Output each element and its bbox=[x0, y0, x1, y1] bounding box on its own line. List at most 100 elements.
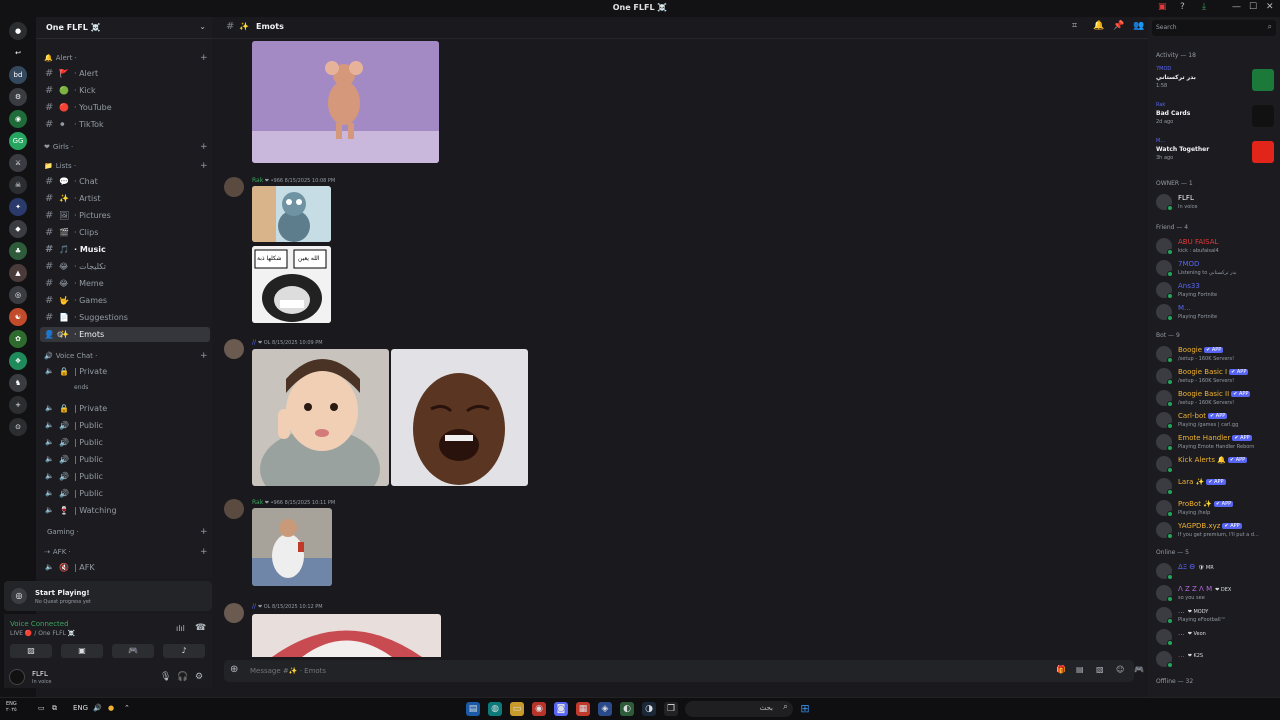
member-item[interactable]: Boogie ✔ APP/setup - 160K Servers! bbox=[1152, 343, 1278, 365]
channel-item[interactable]: # 🖼 · Pictures bbox=[40, 208, 210, 223]
channel-item[interactable]: 🔈 🍷 | Watching bbox=[40, 503, 210, 518]
member-item[interactable]: Λ Ζ Ζ Λ Μ ❤ DEX so you see bbox=[1152, 582, 1278, 604]
taskview-taskbar-icon[interactable]: ❐ bbox=[664, 702, 678, 716]
avatar[interactable] bbox=[224, 177, 244, 197]
quest-card[interactable]: ◎ Start Playing! No Quest progress yet bbox=[4, 581, 212, 611]
server-icon[interactable]: ☠ bbox=[9, 176, 27, 194]
server-icon[interactable]: ▲ bbox=[9, 264, 27, 282]
gif-dancing-mouse[interactable] bbox=[252, 41, 439, 163]
channel-item[interactable]: # 📄 · Suggestions bbox=[40, 310, 210, 325]
server-icon[interactable]: bd bbox=[9, 66, 27, 84]
headphones-icon[interactable]: 🎧 bbox=[177, 672, 188, 682]
image-crying-man[interactable] bbox=[391, 349, 528, 486]
disconnect-icon[interactable]: ☎ bbox=[195, 623, 206, 633]
download-icon[interactable]: ⤓ bbox=[1202, 2, 1206, 12]
avatar[interactable] bbox=[9, 669, 25, 685]
gif-icon[interactable]: ▤ bbox=[1076, 665, 1084, 674]
emoji-icon[interactable]: ☺ bbox=[1116, 665, 1124, 674]
add-attachment-icon[interactable]: ⊕ bbox=[230, 664, 238, 675]
server-icon[interactable]: GG bbox=[9, 132, 27, 150]
channel-item[interactable]: 🔈 🔒 | Private bbox=[40, 401, 210, 416]
server-icon[interactable]: ◎ bbox=[9, 286, 27, 304]
member-item[interactable]: ... ❤ Veon bbox=[1152, 626, 1278, 648]
inbox-icon[interactable]: ▣ bbox=[1158, 2, 1167, 12]
channel-item[interactable]: # ✨ · Emots 👤 ⚙ bbox=[40, 327, 210, 342]
add-channel-icon[interactable]: + bbox=[200, 53, 208, 63]
chevron-down-icon[interactable]: ⌄ bbox=[199, 22, 206, 31]
member-item[interactable]: ΔΞ Θ 🛡 MR bbox=[1152, 560, 1278, 582]
author-name[interactable]: Rak bbox=[252, 177, 263, 184]
wifi-icon[interactable]: ▭ bbox=[38, 704, 45, 712]
channel-category[interactable]: ❤ Girls · + bbox=[44, 142, 208, 152]
member-item[interactable]: Boogie Basic I ✔ APP/setup - 160K Servers… bbox=[1152, 365, 1278, 387]
server-icon[interactable]: ⚙ bbox=[9, 88, 27, 106]
channel-item[interactable]: # 🎬 · Clips bbox=[40, 225, 210, 240]
apps-icon[interactable]: 🎮 bbox=[1134, 665, 1144, 674]
channel-item[interactable]: # 😂 · Meme bbox=[40, 276, 210, 291]
camera-button[interactable]: ▨ bbox=[10, 644, 52, 658]
member-item[interactable]: 7MOD Listening to بدر تركستاني bbox=[1152, 257, 1278, 279]
close-button[interactable]: ✕ bbox=[1266, 2, 1274, 12]
server-icon[interactable]: ✦ bbox=[9, 198, 27, 216]
add-channel-icon[interactable]: + bbox=[200, 161, 208, 171]
pin-icon[interactable]: 📌 bbox=[1113, 21, 1124, 31]
server-icon[interactable]: ♣ bbox=[9, 242, 27, 260]
channel-item[interactable]: 🔈 🔊 | Public bbox=[40, 452, 210, 467]
maximize-button[interactable]: ☐ bbox=[1249, 2, 1257, 12]
bell-icon[interactable]: 🔔 bbox=[1093, 21, 1104, 31]
channel-item[interactable]: # 🚩 · Alert bbox=[40, 66, 210, 81]
chrome-taskbar-icon[interactable]: ◉ bbox=[532, 702, 546, 716]
channel-item[interactable]: 🔈 🔊 | Public bbox=[40, 418, 210, 433]
add-channel-icon[interactable]: + bbox=[200, 527, 208, 537]
server-icon[interactable]: ◆ bbox=[9, 220, 27, 238]
image-headscarf-man[interactable] bbox=[252, 614, 441, 657]
channel-item[interactable]: # ✨ · Artist bbox=[40, 191, 210, 206]
channel-settings-icon[interactable]: 👤 ⚙ bbox=[44, 327, 170, 361]
member-item[interactable]: Lara ✨ ✔ APP bbox=[1152, 475, 1278, 497]
avatar[interactable] bbox=[224, 339, 244, 359]
activity-card[interactable]: Rak Bad Cards 2d ago bbox=[1152, 101, 1278, 135]
image-manga-meme[interactable]: شكلها ذبة الله يعين bbox=[252, 246, 331, 323]
member-item[interactable]: FLFL In voice bbox=[1152, 191, 1278, 213]
image-child-pose[interactable] bbox=[252, 349, 389, 486]
server-icon[interactable]: ↩ bbox=[9, 44, 27, 62]
volume-icon[interactable]: 🔊 bbox=[93, 704, 102, 712]
explorer-taskbar-icon[interactable]: ▭ bbox=[510, 702, 524, 716]
tray-app-icon[interactable]: ● bbox=[108, 704, 114, 712]
discord-taskbar-icon[interactable]: ◙ bbox=[554, 702, 568, 716]
browser-taskbar-icon[interactable]: ◐ bbox=[620, 702, 634, 716]
help-icon[interactable]: ? bbox=[1180, 2, 1185, 12]
server-icon[interactable]: ◉ bbox=[9, 110, 27, 128]
noise-icon[interactable]: ılıl bbox=[176, 624, 185, 633]
member-item[interactable]: Boogie Basic II ✔ APP/setup - 160K Server… bbox=[1152, 387, 1278, 409]
steam-taskbar-icon[interactable]: ◑ bbox=[642, 702, 656, 716]
channel-item[interactable]: # 🤟 · Games bbox=[40, 293, 210, 308]
edge-taskbar-icon[interactable]: ◍ bbox=[488, 702, 502, 716]
channel-item[interactable]: 🔈 🔇 | AFK bbox=[40, 560, 210, 575]
channel-category[interactable]: Gaming · + bbox=[44, 527, 208, 537]
server-icon[interactable]: ⚔ bbox=[9, 154, 27, 172]
server-icon[interactable]: ♞ bbox=[9, 374, 27, 392]
channel-category[interactable]: ⇢ AFK · + bbox=[44, 547, 208, 557]
channel-item[interactable]: # ⚫ · TikTok bbox=[40, 117, 210, 132]
server-icon[interactable]: ⊙ bbox=[9, 418, 27, 436]
member-item[interactable]: ABU FAISAL kick : abufaisal4 bbox=[1152, 235, 1278, 257]
channel-item[interactable]: 🔈 🔊 | Public bbox=[40, 469, 210, 484]
member-item[interactable]: Carl-bot ✔ APP Playing /games | carl.gg bbox=[1152, 409, 1278, 431]
member-item[interactable]: Emote Handler ✔ APP Playing Emote Handler … bbox=[1152, 431, 1278, 453]
server-icon[interactable]: ✿ bbox=[9, 330, 27, 348]
member-item[interactable]: ProBot ✨ ✔ APP Playing /help bbox=[1152, 497, 1278, 519]
author-name[interactable]: Rak bbox=[252, 499, 263, 506]
activity-card[interactable]: 7MOD بدر تركستاني 1:58 bbox=[1152, 65, 1278, 99]
app-taskbar-icon[interactable]: ▦ bbox=[576, 702, 590, 716]
image-cartoon-cat[interactable] bbox=[252, 186, 331, 242]
notepad-taskbar-icon[interactable]: ▤ bbox=[466, 702, 480, 716]
search-box[interactable]: Search ⌕ bbox=[1152, 20, 1276, 36]
member-item[interactable]: Kick Alerts 🔔 ✔ APP bbox=[1152, 453, 1278, 475]
network-icon[interactable]: ⧉ bbox=[52, 704, 57, 713]
message-input[interactable] bbox=[250, 664, 1010, 678]
start-button-icon[interactable]: ⊞ bbox=[798, 702, 812, 716]
channel-item[interactable]: 🔈 🔊 | Public bbox=[40, 486, 210, 501]
minimize-button[interactable]: — bbox=[1232, 2, 1241, 12]
member-item[interactable]: M... Playing Fortnite bbox=[1152, 301, 1278, 323]
